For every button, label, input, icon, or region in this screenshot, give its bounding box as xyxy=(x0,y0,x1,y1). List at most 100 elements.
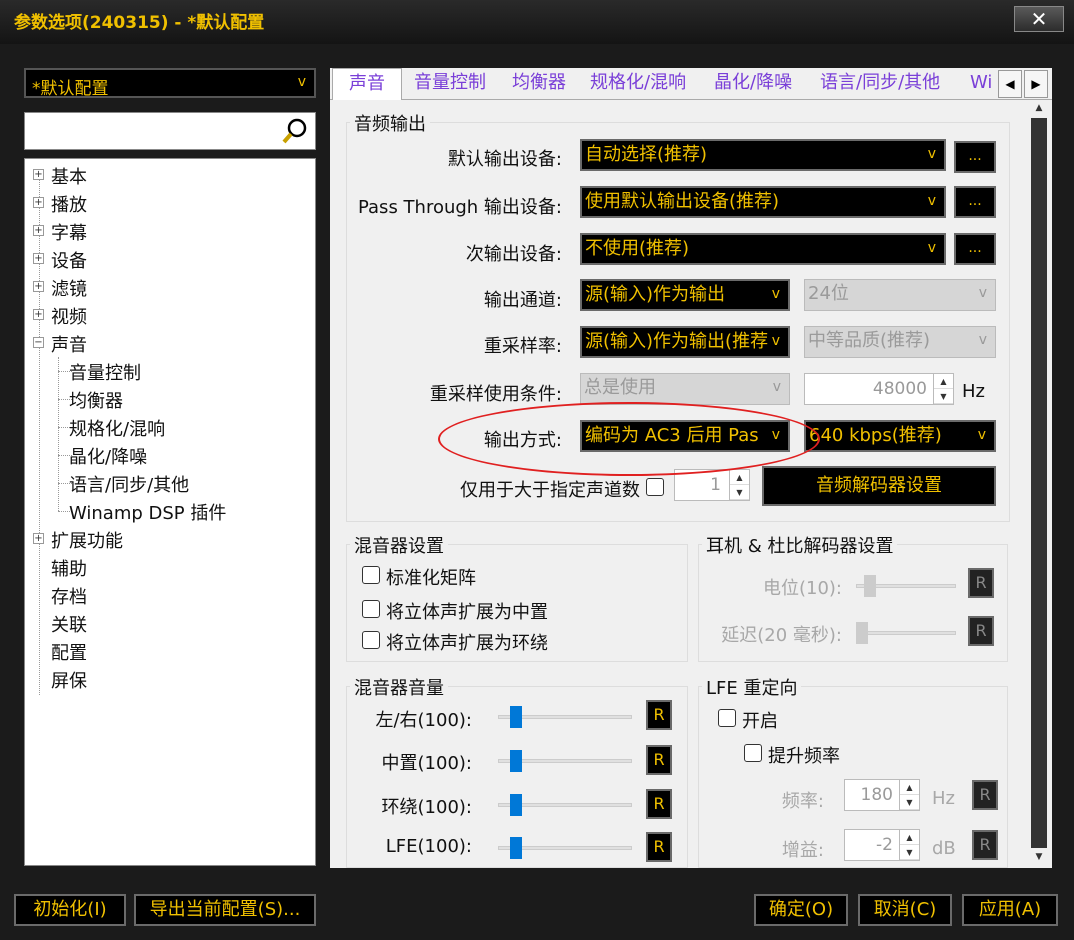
spinner-buttons[interactable]: ▲ ▼ xyxy=(899,830,919,860)
delay-slider-thumb[interactable] xyxy=(856,622,868,644)
profile-select[interactable]: *默认配置 v xyxy=(24,68,316,99)
cancel-button[interactable]: 取消(C) xyxy=(858,894,952,926)
expand-icon[interactable]: + xyxy=(33,309,44,320)
tree-item-devices[interactable]: 设备 xyxy=(51,247,87,273)
search-icon[interactable] xyxy=(281,117,309,145)
expand-icon[interactable]: + xyxy=(33,197,44,208)
spin-down-icon[interactable]: ▼ xyxy=(900,795,919,810)
default-device-more-button[interactable]: ... xyxy=(954,141,996,173)
secondary-device-select[interactable]: 不使用(推荐) v xyxy=(580,233,946,265)
spinner-buttons[interactable]: ▲ ▼ xyxy=(899,780,919,810)
tab-crystal-denoise[interactable]: 晶化/降噪 xyxy=(710,68,796,100)
sample-rate-spinner[interactable]: 48000 ▲ ▼ xyxy=(804,373,954,405)
bitrate-select[interactable]: 640 kbps(推荐) v xyxy=(804,420,996,452)
delay-reset-button[interactable]: R xyxy=(968,616,994,646)
tree-item-basic[interactable]: 基本 xyxy=(51,163,87,189)
expand-icon[interactable]: + xyxy=(33,281,44,292)
level-slider-thumb[interactable] xyxy=(864,575,876,597)
resample-condition-select[interactable]: 总是使用 v xyxy=(580,373,790,405)
stereo-to-surround-checkbox[interactable] xyxy=(362,631,380,649)
tree-item-normalize-reverb[interactable]: 规格化/混响 xyxy=(69,415,165,441)
tree-item-winamp-dsp[interactable]: Winamp DSP 插件 xyxy=(69,499,226,525)
tab-scroll-left-icon[interactable]: ◀ xyxy=(998,70,1022,98)
default-device-select[interactable]: 自动选择(推荐) v xyxy=(580,139,946,171)
pass-through-more-button[interactable]: ... xyxy=(954,186,996,218)
tree-item-assist[interactable]: 辅助 xyxy=(51,555,87,581)
tab-language-sync[interactable]: 语言/同步/其他 xyxy=(816,68,944,100)
panel-scrollbar[interactable]: ▲ ▼ xyxy=(1030,100,1048,865)
spinner-buttons[interactable]: ▲ ▼ xyxy=(933,374,953,404)
spin-down-icon[interactable]: ▼ xyxy=(934,389,953,404)
channel-count-checkbox[interactable] xyxy=(646,478,664,496)
resample-quality-select[interactable]: 中等品质(推荐) v xyxy=(804,326,996,358)
lfe-enable-checkbox[interactable] xyxy=(718,709,736,727)
delay-slider[interactable] xyxy=(856,631,956,635)
expand-icon[interactable]: + xyxy=(33,253,44,264)
spin-up-icon[interactable]: ▲ xyxy=(934,374,953,389)
tree-item-screensaver[interactable]: 屏保 xyxy=(51,667,87,693)
spin-up-icon[interactable]: ▲ xyxy=(900,830,919,845)
volume-lr-reset-button[interactable]: R xyxy=(646,700,672,730)
spin-down-icon[interactable]: ▼ xyxy=(900,845,919,860)
secondary-device-value: 不使用(推荐) xyxy=(585,238,690,259)
tree-item-playback[interactable]: 播放 xyxy=(51,191,87,217)
tree-item-language-sync[interactable]: 语言/同步/其他 xyxy=(69,471,189,497)
spinner-buttons[interactable]: ▲ ▼ xyxy=(729,470,749,500)
search-input[interactable] xyxy=(24,112,316,150)
tree-item-association[interactable]: 关联 xyxy=(51,611,87,637)
tree-item-video[interactable]: 视频 xyxy=(51,303,87,329)
output-channels-select[interactable]: 源(输入)作为输出 v xyxy=(580,279,790,311)
tree-item-volume-control[interactable]: 音量控制 xyxy=(69,359,141,385)
initialize-button[interactable]: 初始化(I) xyxy=(14,894,126,926)
volume-lfe-reset-button[interactable]: R xyxy=(646,832,672,862)
resample-rate-select[interactable]: 源(输入)作为输出(推荐 v xyxy=(580,326,790,358)
tab-winamp[interactable]: Wi xyxy=(966,68,996,100)
tree-item-filters[interactable]: 滤镜 xyxy=(51,275,87,301)
frequency-reset-button[interactable]: R xyxy=(972,780,998,810)
scroll-up-icon[interactable]: ▲ xyxy=(1030,100,1048,116)
volume-center-reset-button[interactable]: R xyxy=(646,745,672,775)
scroll-down-icon[interactable]: ▼ xyxy=(1030,849,1048,865)
collapse-icon[interactable]: − xyxy=(33,337,44,348)
volume-lfe-slider-thumb[interactable] xyxy=(510,837,522,859)
tree-item-equalizer[interactable]: 均衡器 xyxy=(69,387,123,413)
apply-button[interactable]: 应用(A) xyxy=(962,894,1058,926)
tree-item-subtitles[interactable]: 字幕 xyxy=(51,219,87,245)
audio-decoder-settings-button[interactable]: 音频解码器设置 xyxy=(762,466,996,506)
tree-item-config[interactable]: 配置 xyxy=(51,639,87,665)
tree-item-extensions[interactable]: 扩展功能 xyxy=(51,527,123,553)
level-reset-button[interactable]: R xyxy=(968,568,994,598)
bit-depth-select[interactable]: 24位 v xyxy=(804,279,996,311)
tree-item-audio[interactable]: 声音 xyxy=(51,331,87,357)
gain-unit: dB xyxy=(932,838,956,859)
tab-volume-control[interactable]: 音量控制 xyxy=(410,68,490,100)
gain-reset-button[interactable]: R xyxy=(972,830,998,860)
volume-surround-slider-thumb[interactable] xyxy=(510,794,522,816)
spin-down-icon[interactable]: ▼ xyxy=(730,485,749,500)
expand-icon[interactable]: + xyxy=(33,533,44,544)
tab-equalizer[interactable]: 均衡器 xyxy=(508,68,570,100)
tree-item-crystal-denoise[interactable]: 晶化/降噪 xyxy=(69,443,147,469)
ok-button[interactable]: 确定(O) xyxy=(754,894,848,926)
expand-icon[interactable]: + xyxy=(33,169,44,180)
gain-spinner[interactable]: -2 ▲ ▼ xyxy=(844,829,920,861)
stereo-to-center-checkbox[interactable] xyxy=(362,600,380,618)
tree-item-archive[interactable]: 存档 xyxy=(51,583,87,609)
spin-up-icon[interactable]: ▲ xyxy=(900,780,919,795)
scrollbar-thumb[interactable] xyxy=(1031,118,1047,848)
spin-up-icon[interactable]: ▲ xyxy=(730,470,749,485)
pass-through-select[interactable]: 使用默认输出设备(推荐) v xyxy=(580,186,946,218)
volume-surround-reset-button[interactable]: R xyxy=(646,789,672,819)
secondary-device-more-button[interactable]: ... xyxy=(954,233,996,265)
volume-lr-slider-thumb[interactable] xyxy=(510,706,522,728)
tab-audio[interactable]: 声音 xyxy=(332,68,402,100)
normalize-matrix-checkbox[interactable] xyxy=(362,566,380,584)
close-button[interactable]: ✕ xyxy=(1014,6,1064,32)
export-config-button[interactable]: 导出当前配置(S)... xyxy=(134,894,316,926)
tab-normalize-reverb[interactable]: 规格化/混响 xyxy=(586,68,690,100)
expand-icon[interactable]: + xyxy=(33,225,44,236)
frequency-spinner[interactable]: 180 ▲ ▼ xyxy=(844,779,920,811)
tab-scroll-right-icon[interactable]: ▶ xyxy=(1024,70,1048,98)
volume-center-slider-thumb[interactable] xyxy=(510,750,522,772)
boost-frequency-checkbox[interactable] xyxy=(744,744,762,762)
